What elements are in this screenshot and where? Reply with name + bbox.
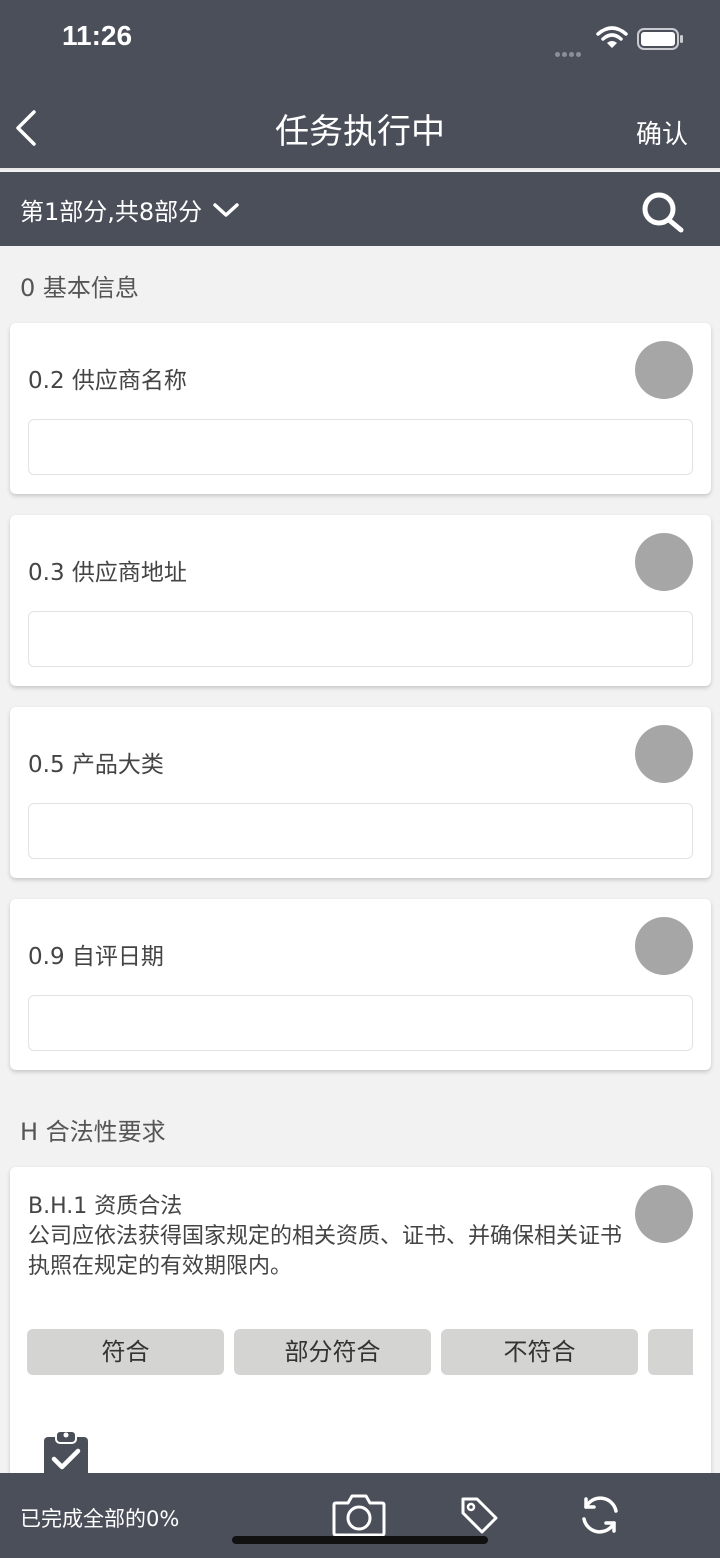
camera-icon[interactable] <box>332 1493 386 1537</box>
status-dot[interactable] <box>635 1185 693 1243</box>
signal-icon <box>555 42 589 57</box>
section-picker-label: 第1部分,共8部分 <box>20 198 203 226</box>
home-indicator <box>232 1536 488 1544</box>
section-bar: 第1部分,共8部分 <box>0 172 720 246</box>
option-compliant-button[interactable]: 符合 <box>27 1329 224 1375</box>
product-category-input[interactable] <box>28 803 693 859</box>
field-card: 0.5 产品大类 <box>10 707 711 878</box>
status-dot[interactable] <box>635 341 693 399</box>
answer-options: 符合 部分符合 不符合 <box>27 1329 693 1377</box>
status-dot[interactable] <box>635 533 693 591</box>
question-card: B.H.1 资质合法 公司应依法获得国家规定的相关资质、证书、并确保相关证书执照… <box>10 1167 711 1487</box>
question-text: B.H.1 资质合法 公司应依法获得国家规定的相关资质、证书、并确保相关证书执照… <box>28 1192 628 1282</box>
battery-icon <box>637 28 683 50</box>
page-title: 任务执行中 <box>275 112 445 152</box>
group-header-basic-info: 0 基本信息 <box>20 274 139 302</box>
search-icon[interactable] <box>640 190 686 234</box>
supplier-address-input[interactable] <box>28 611 693 667</box>
option-non-compliant-button[interactable]: 不符合 <box>441 1329 638 1375</box>
confirm-button[interactable]: 确认 <box>636 114 688 151</box>
group-header-legal-requirements: H 合法性要求 <box>20 1118 166 1146</box>
question-description: 公司应依法获得国家规定的相关资质、证书、并确保相关证书执照在规定的有效期限内。 <box>28 1224 623 1279</box>
tag-icon[interactable] <box>459 1495 499 1535</box>
field-card: 0.2 供应商名称 <box>10 323 711 494</box>
field-card: 0.9 自评日期 <box>10 899 711 1070</box>
status-dot[interactable] <box>635 917 693 975</box>
option-more-button[interactable] <box>648 1329 693 1375</box>
status-bar: 11:26 <box>0 0 720 80</box>
option-partially-compliant-button[interactable]: 部分符合 <box>234 1329 431 1375</box>
wifi-icon <box>596 26 628 48</box>
section-picker[interactable]: 第1部分,共8部分 <box>20 192 240 227</box>
progress-text: 已完成全部的0% <box>20 1507 180 1531</box>
field-card: 0.3 供应商地址 <box>10 515 711 686</box>
supplier-name-input[interactable] <box>28 419 693 475</box>
field-label: 0.5 产品大类 <box>28 752 164 778</box>
chevron-down-icon <box>213 202 239 217</box>
question-title: B.H.1 资质合法 <box>28 1194 183 1219</box>
status-time: 11:26 <box>62 20 133 51</box>
field-label: 0.3 供应商地址 <box>28 560 187 586</box>
field-label: 0.9 自评日期 <box>28 944 164 970</box>
bottom-toolbar: 已完成全部的0% <box>0 1473 720 1558</box>
status-dot[interactable] <box>635 725 693 783</box>
self-assessment-date-input[interactable] <box>28 995 693 1051</box>
nav-bar: 任务执行中 确认 <box>0 80 720 170</box>
sync-icon[interactable] <box>578 1493 622 1537</box>
field-label: 0.2 供应商名称 <box>28 368 187 394</box>
